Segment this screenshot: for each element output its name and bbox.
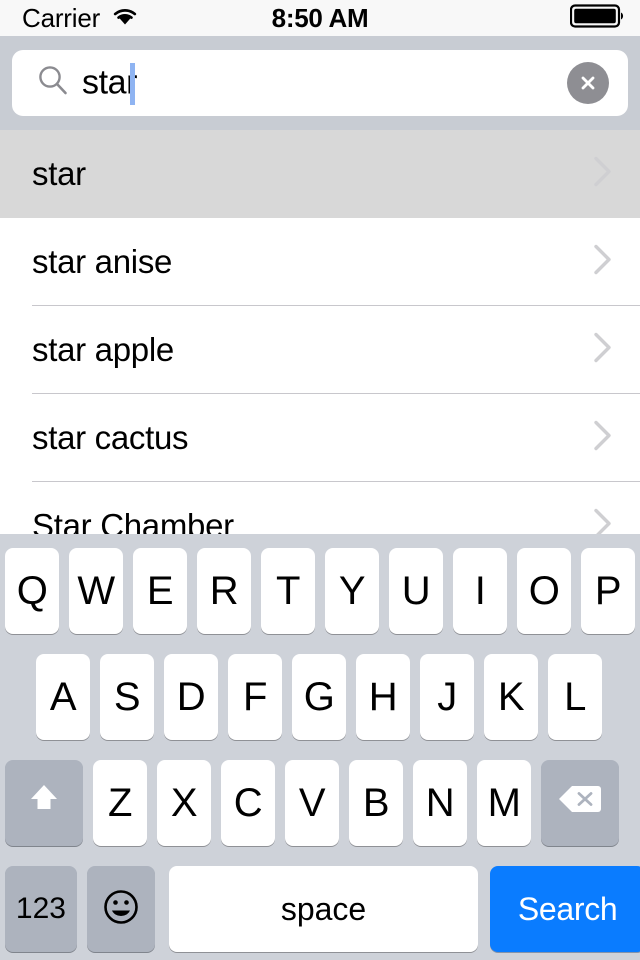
key-f[interactable]: F: [228, 654, 282, 740]
smiley-face-icon: [99, 885, 143, 934]
key-j[interactable]: J: [420, 654, 474, 740]
list-item[interactable]: star anise: [0, 218, 640, 306]
key-i[interactable]: I: [453, 548, 507, 634]
key-z[interactable]: Z: [93, 760, 147, 846]
search-bar: star: [0, 36, 640, 130]
emoji-key[interactable]: [86, 866, 155, 952]
keyboard-row-1: Q W E R T Y U I O P: [5, 548, 640, 634]
space-key[interactable]: space: [168, 866, 479, 952]
list-item[interactable]: star: [0, 130, 640, 218]
backspace-icon: [557, 781, 603, 826]
search-input[interactable]: star: [12, 50, 628, 116]
status-bar: Carrier 8:50 AM: [0, 0, 640, 36]
key-k[interactable]: K: [484, 654, 538, 740]
key-w[interactable]: W: [69, 548, 123, 634]
key-x[interactable]: X: [157, 760, 211, 846]
list-item[interactable]: Star Chamber: [0, 482, 640, 534]
search-input-value: star: [82, 63, 138, 102]
key-t[interactable]: T: [261, 548, 315, 634]
status-bar-time: 8:50 AM: [271, 2, 369, 33]
status-bar-right: [569, 3, 626, 34]
key-g[interactable]: G: [292, 654, 346, 740]
key-y[interactable]: Y: [325, 548, 379, 634]
keyboard-row-3: Z X C V B N M: [5, 760, 640, 846]
key-m[interactable]: M: [477, 760, 531, 846]
chevron-right-icon: [592, 242, 614, 283]
list-item-label: Star Chamber: [32, 507, 234, 534]
key-a[interactable]: A: [36, 654, 90, 740]
list-item-label: star anise: [32, 243, 173, 280]
list-item[interactable]: star cactus: [0, 394, 640, 482]
keyboard-row-2: A S D F G H J K L: [36, 654, 640, 740]
key-b[interactable]: B: [349, 760, 403, 846]
search-key[interactable]: Search: [490, 866, 640, 952]
key-u[interactable]: U: [389, 548, 443, 634]
chevron-right-icon: [592, 506, 614, 534]
chevron-right-icon: [592, 154, 614, 195]
chevron-right-icon: [592, 418, 614, 459]
key-n[interactable]: N: [413, 760, 467, 846]
key-q[interactable]: Q: [5, 548, 59, 634]
chevron-right-icon: [592, 330, 614, 371]
key-h[interactable]: H: [356, 654, 410, 740]
shift-key[interactable]: [5, 760, 83, 846]
list-item-label: star cactus: [32, 419, 189, 456]
phone-screen: Carrier 8:50 AM star star star anise sta…: [0, 0, 640, 960]
keyboard-row-4: 123 space Search: [5, 866, 640, 952]
key-l[interactable]: L: [548, 654, 602, 740]
key-v[interactable]: V: [285, 760, 339, 846]
battery-full-icon: [569, 3, 626, 34]
list-item[interactable]: star apple: [0, 306, 640, 394]
clear-circle-icon[interactable]: [567, 62, 609, 104]
key-c[interactable]: C: [221, 760, 275, 846]
backspace-key[interactable]: [541, 760, 619, 846]
suggestion-list[interactable]: star star anise star apple star cactus S…: [0, 130, 640, 534]
key-e[interactable]: E: [133, 548, 187, 634]
list-item-label: star apple: [32, 331, 174, 368]
key-s[interactable]: S: [100, 654, 154, 740]
search-icon: [36, 64, 70, 103]
on-screen-keyboard[interactable]: Q W E R T Y U I O P A S D F G H J K L Z …: [0, 534, 640, 960]
key-p[interactable]: P: [581, 548, 635, 634]
text-caret: [130, 63, 135, 105]
list-item-label: star: [32, 155, 86, 192]
key-o[interactable]: O: [517, 548, 571, 634]
key-r[interactable]: R: [197, 548, 251, 634]
shift-arrow-icon: [24, 778, 64, 828]
numeric-key[interactable]: 123: [5, 866, 77, 952]
key-d[interactable]: D: [164, 654, 218, 740]
